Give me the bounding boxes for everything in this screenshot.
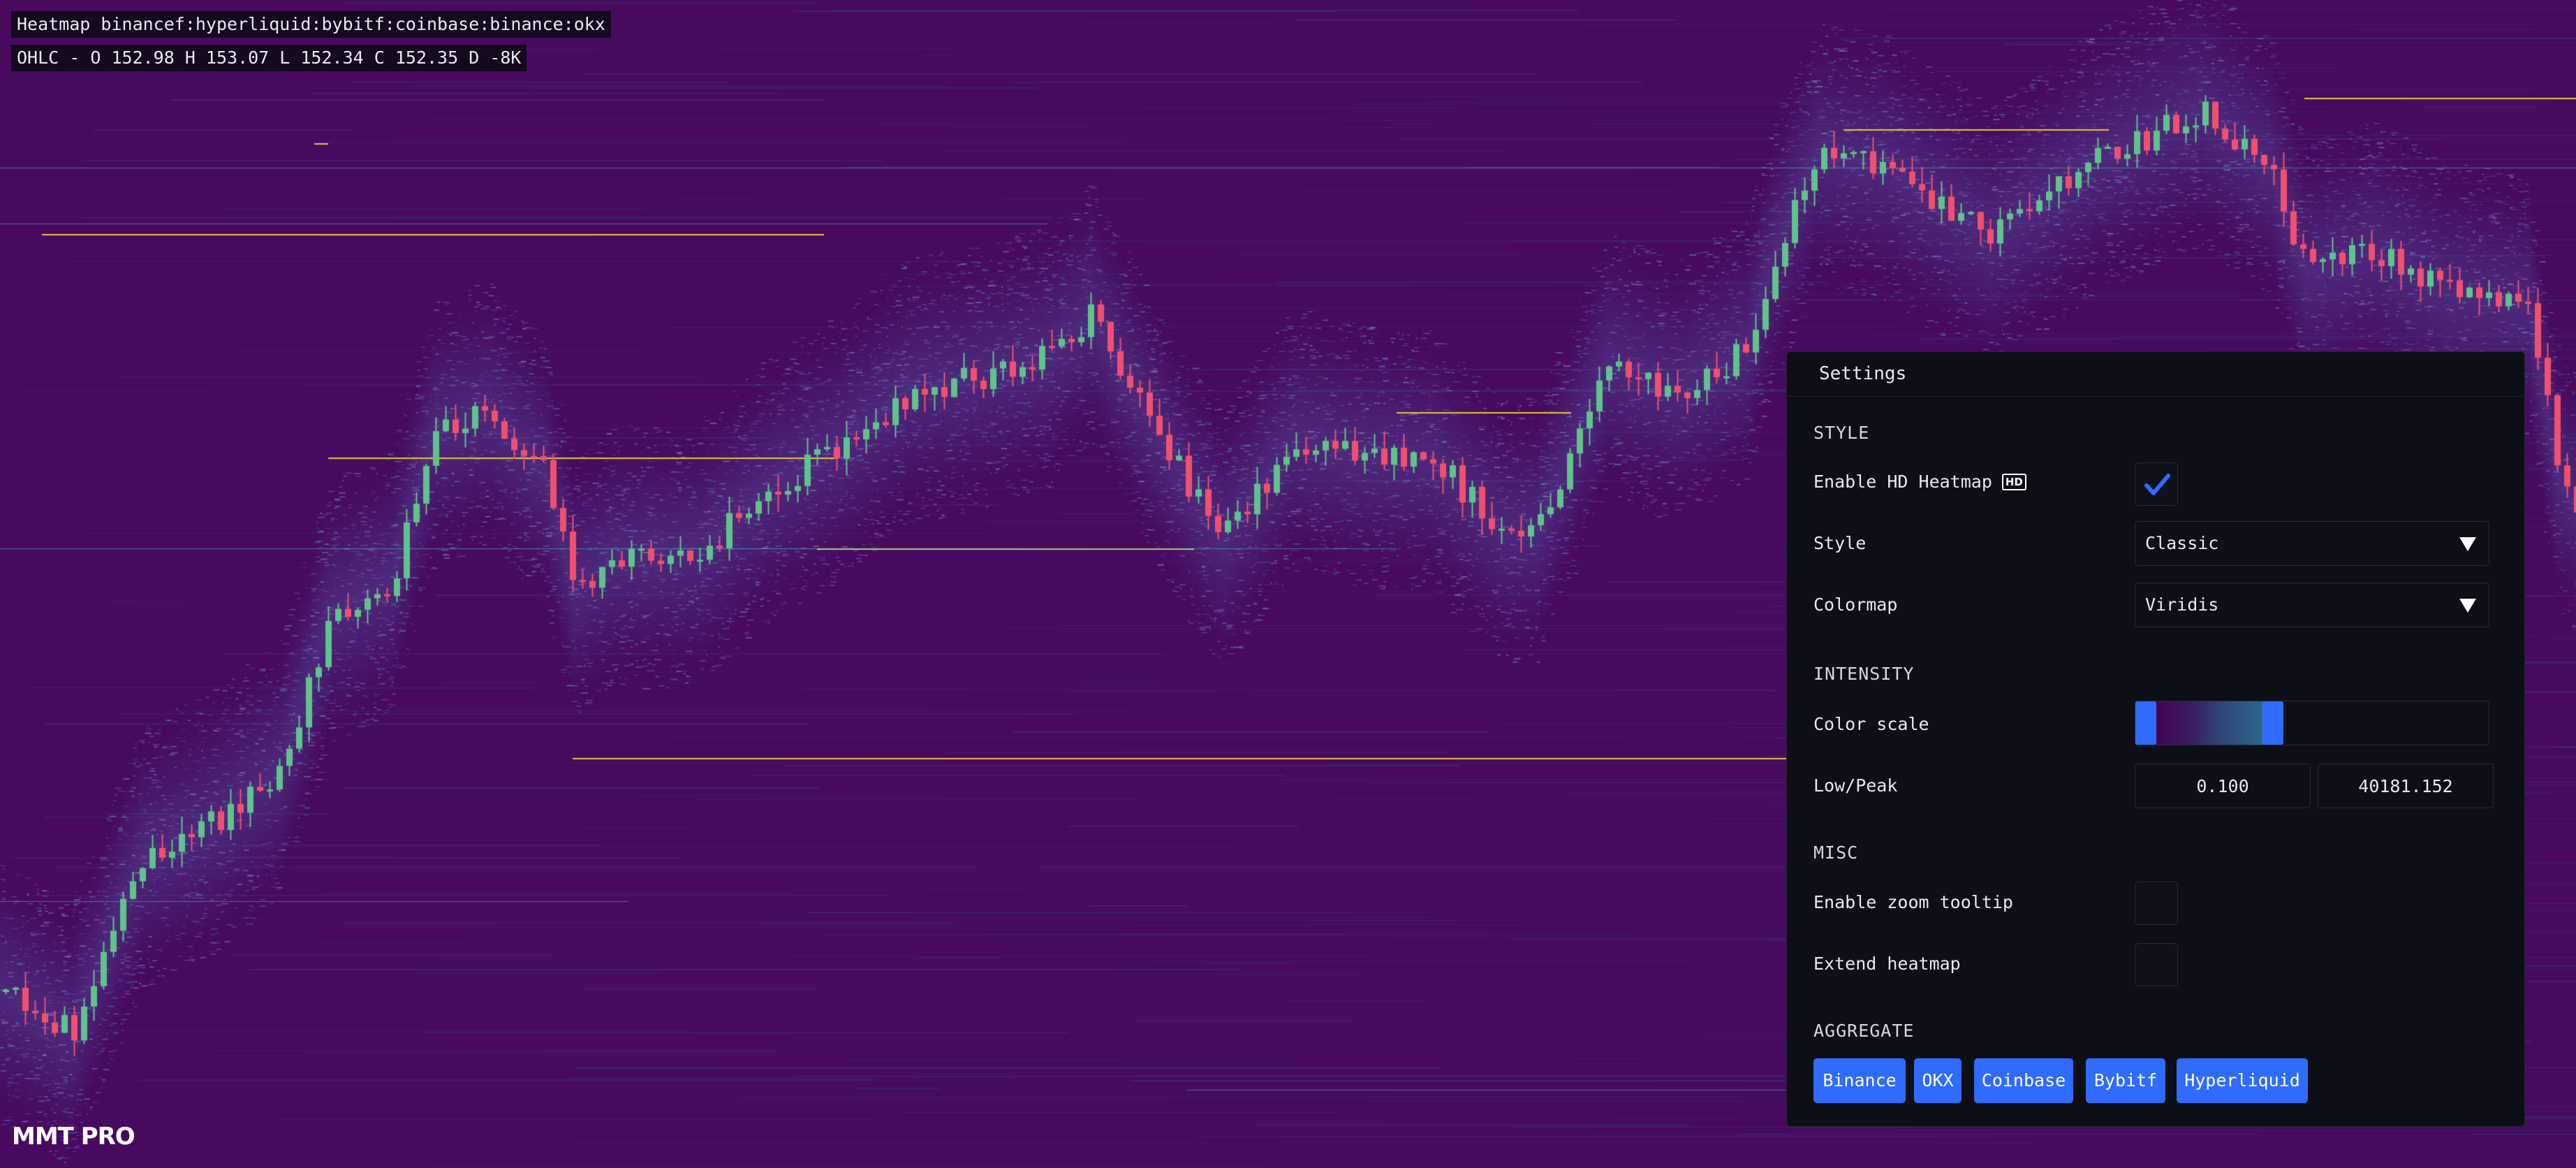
color-scale-low-handle[interactable] xyxy=(2135,701,2156,745)
style-select-value: Classic xyxy=(2145,533,2219,553)
hd-badge-icon: HD xyxy=(2001,474,2026,490)
chevron-down-icon xyxy=(2459,537,2476,551)
colormap-label: Colormap xyxy=(1813,594,1898,615)
color-scale-gradient xyxy=(2154,701,2272,745)
exchange-button-binance[interactable]: Binance xyxy=(1813,1058,1906,1103)
settings-panel: Settings STYLE Enable HD Heatmap HD Style… xyxy=(1786,351,2525,1127)
style-section-label: STYLE xyxy=(1813,423,1870,443)
color-scale-high-handle[interactable] xyxy=(2262,701,2283,745)
peak-value-input[interactable] xyxy=(2318,764,2494,808)
intensity-section-label: INTENSITY xyxy=(1813,664,1915,684)
extend-heatmap-label: Extend heatmap xyxy=(1813,954,1961,974)
zoom-tooltip-checkbox[interactable] xyxy=(2135,882,2178,925)
chevron-down-icon xyxy=(2459,599,2476,613)
checkmark-icon xyxy=(2144,474,2170,495)
enable-hd-heatmap-label: Enable HD Heatmap HD xyxy=(1813,472,2026,492)
exchange-button-coinbase[interactable]: Coinbase xyxy=(1974,1058,2073,1103)
colormap-select-value: Viridis xyxy=(2145,594,2219,615)
colormap-select[interactable]: Viridis xyxy=(2135,583,2489,627)
extend-heatmap-checkbox[interactable] xyxy=(2135,943,2178,986)
enable-hd-heatmap-checkbox[interactable] xyxy=(2135,462,2178,506)
color-scale-label: Color scale xyxy=(1813,714,1929,734)
chart-title: Heatmap binancef:hyperliquid:bybitf:coin… xyxy=(11,11,611,38)
ohlc-readout: OHLC - O 152.98 H 153.07 L 152.34 C 152.… xyxy=(11,45,527,71)
exchange-button-okx[interactable]: OKX xyxy=(1914,1058,1962,1103)
brand-logo: MMT PRO xyxy=(12,1123,135,1151)
exchange-button-bybitf[interactable]: Bybitf xyxy=(2086,1058,2165,1103)
misc-section-label: MISC xyxy=(1813,842,1859,863)
style-select[interactable]: Classic xyxy=(2135,521,2489,566)
exchange-button-hyperliquid[interactable]: Hyperliquid xyxy=(2177,1058,2308,1103)
low-peak-label: Low/Peak xyxy=(1813,775,1898,796)
color-scale-slider[interactable] xyxy=(2135,701,2489,745)
zoom-tooltip-label: Enable zoom tooltip xyxy=(1813,892,2013,912)
low-value-input[interactable] xyxy=(2135,764,2311,808)
settings-header: Settings xyxy=(1787,352,2524,397)
style-label: Style xyxy=(1813,533,1867,553)
aggregate-section-label: AGGREGATE xyxy=(1813,1021,1915,1041)
settings-title: Settings xyxy=(1819,363,1907,384)
enable-hd-heatmap-text: Enable HD Heatmap xyxy=(1813,472,1992,492)
